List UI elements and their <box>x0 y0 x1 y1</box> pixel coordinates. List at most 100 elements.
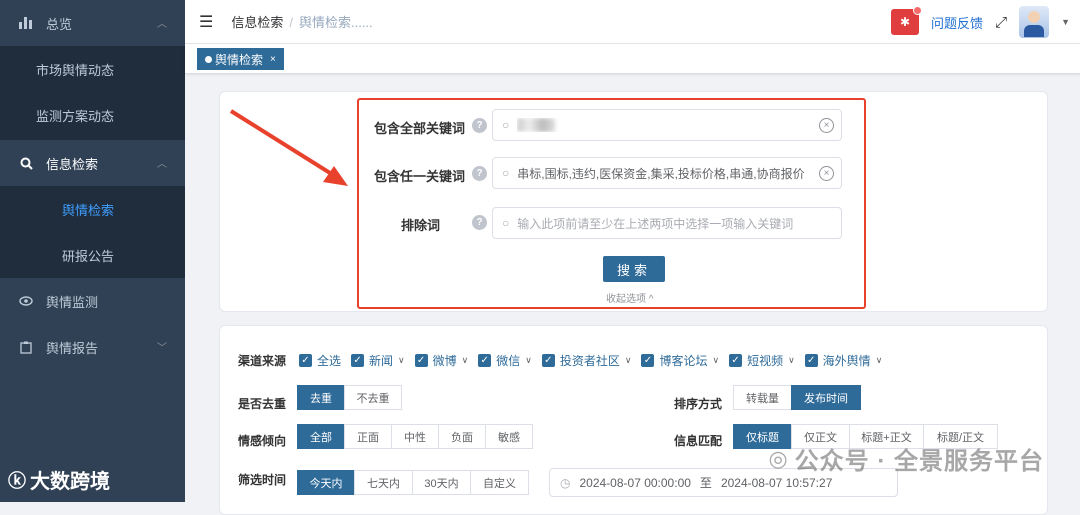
fullscreen-icon[interactable]: ⤢ <box>995 14 1007 31</box>
check-icon: ✓ <box>805 354 818 367</box>
sort-segment: 转载量 发布时间 <box>733 385 861 410</box>
channel-label: 渠道来源 <box>238 352 286 369</box>
all-keywords-input[interactable]: ○ × <box>492 109 842 141</box>
help-icon[interactable]: ? <box>472 215 487 230</box>
search-icon: ○ <box>502 118 509 132</box>
chevron-down-icon[interactable]: ∨ <box>712 355 719 366</box>
search-icon: ○ <box>502 216 509 230</box>
check-icon: ✓ <box>641 354 654 367</box>
search-icon: ○ <box>502 166 509 180</box>
check-icon: ✓ <box>299 354 312 367</box>
dedup-option[interactable]: 不去重 <box>344 385 402 410</box>
sidebar: 总览 ︿ 市场舆情动态 监测方案动态 信息检索 ︿ 舆情检索 研报公告 舆情监测… <box>0 0 185 502</box>
time-option[interactable]: 30天内 <box>412 470 471 495</box>
sentiment-option[interactable]: 全部 <box>297 424 345 449</box>
bar-chart-icon <box>18 17 34 29</box>
sort-option[interactable]: 发布时间 <box>791 385 861 410</box>
sidebar-item-sentiment-report[interactable]: 舆情报告 ﹀ <box>0 324 185 370</box>
exclude-label: 排除词 <box>360 215 440 234</box>
sidebar-item-market[interactable]: 市场舆情动态 <box>0 46 185 92</box>
watermark-logo-icon: ⓚ <box>8 467 26 493</box>
clipboard-icon <box>18 341 34 354</box>
chevron-up-icon: ︿ <box>157 15 167 30</box>
sidebar-item-label: 舆情报告 <box>46 338 98 357</box>
dedup-segment: 去重 不去重 <box>297 385 402 410</box>
chevron-down-icon[interactable]: ∨ <box>398 355 405 366</box>
search-button[interactable]: 搜索 <box>603 256 665 282</box>
feedback-link[interactable]: 问题反馈 <box>931 13 983 32</box>
chevron-down-icon[interactable]: ∨ <box>525 355 532 366</box>
watermark-text: ◎ 公众号 · 全景服务平台 <box>768 441 1044 476</box>
chevron-down-icon[interactable]: ∨ <box>788 355 795 366</box>
sentiment-label: 情感倾向 <box>238 432 286 449</box>
blurred-keyword <box>517 118 555 132</box>
match-label: 信息匹配 <box>674 432 722 449</box>
hamburger-icon[interactable]: ☰ <box>199 12 213 32</box>
breadcrumb: 信息检索/舆情检索...... <box>231 12 372 31</box>
watermark-logo: ⓚ 大数跨境 <box>8 465 110 494</box>
channel-checkbox[interactable]: ✓微博∨ <box>415 352 469 369</box>
chevron-up-icon: ︿ <box>157 155 167 170</box>
sidebar-item-monitor-plan[interactable]: 监测方案动态 <box>0 92 185 138</box>
sidebar-item-sentiment-search[interactable]: 舆情检索 <box>0 186 185 232</box>
sort-option[interactable]: 转载量 <box>733 385 792 410</box>
all-keywords-label: 包含全部关键词 <box>360 118 465 137</box>
time-option[interactable]: 今天内 <box>297 470 355 495</box>
check-icon: ✓ <box>542 354 555 367</box>
dedup-label: 是否去重 <box>238 395 286 412</box>
check-icon: ✓ <box>478 354 491 367</box>
sidebar-item-label: 舆情监测 <box>46 292 98 311</box>
chevron-down-icon[interactable]: ∨ <box>876 355 883 366</box>
help-icon[interactable]: ? <box>472 118 487 133</box>
collapse-options-link[interactable]: 收起选项 ^ <box>606 290 653 305</box>
dedup-option[interactable]: 去重 <box>297 385 345 410</box>
search-icon <box>18 157 34 170</box>
active-dot-icon <box>205 56 212 63</box>
time-option[interactable]: 七天内 <box>354 470 413 495</box>
chevron-down-icon: ﹀ <box>157 339 167 354</box>
sort-label: 排序方式 <box>674 395 722 412</box>
chevron-down-icon[interactable]: ∨ <box>625 355 632 366</box>
sentiment-option[interactable]: 敏感 <box>485 424 533 449</box>
channel-checkbox[interactable]: ✓海外舆情∨ <box>805 352 883 369</box>
any-keywords-input[interactable]: ○ 串标,围标,违约,医保资金,集采,投标价格,串通,协商报价 × <box>492 157 842 189</box>
sentiment-segment: 全部 正面 中性 负面 敏感 <box>297 424 533 449</box>
date-end[interactable]: 2024-08-07 10:57:27 <box>721 476 832 490</box>
sentiment-option[interactable]: 中性 <box>391 424 439 449</box>
bug-report-button[interactable]: ✱ <box>891 9 919 35</box>
annotation-arrow-icon <box>228 108 358 198</box>
chevron-down-icon[interactable]: ∨ <box>462 355 469 366</box>
tag-sentiment-search[interactable]: 舆情检索 × <box>197 48 284 70</box>
exclude-input[interactable]: ○ 输入此项前请至少在上述两项中选择一项输入关键词 <box>492 207 842 239</box>
breadcrumb-root[interactable]: 信息检索 <box>231 15 283 30</box>
eye-icon <box>18 296 34 306</box>
channel-checkbox[interactable]: ✓博客论坛∨ <box>641 352 719 369</box>
tags-view: 舆情检索 × <box>185 44 1080 74</box>
close-icon[interactable]: × <box>270 54 276 65</box>
date-start[interactable]: 2024-08-07 00:00:00 <box>579 476 690 490</box>
wechat-icon: ◎ <box>768 446 788 472</box>
channel-checkbox[interactable]: ✓短视频∨ <box>729 352 795 369</box>
clear-icon[interactable]: × <box>819 118 834 133</box>
check-icon: ✓ <box>351 354 364 367</box>
channel-checkbox[interactable]: ✓微信∨ <box>478 352 532 369</box>
channel-checkbox[interactable]: ✓投资者社区∨ <box>542 352 632 369</box>
sidebar-item-info-search[interactable]: 信息检索 ︿ <box>0 140 185 186</box>
sentiment-option[interactable]: 正面 <box>344 424 392 449</box>
clear-icon[interactable]: × <box>819 166 834 181</box>
avatar[interactable] <box>1019 6 1049 38</box>
any-keywords-value: 串标,围标,违约,医保资金,集采,投标价格,串通,协商报价 <box>517 165 819 182</box>
time-option[interactable]: 自定义 <box>470 470 529 495</box>
time-segment: 今天内 七天内 30天内 自定义 <box>297 470 529 495</box>
time-label: 筛选时间 <box>238 471 286 488</box>
channel-checkbox[interactable]: ✓全选 <box>299 352 341 369</box>
sidebar-item-research-report[interactable]: 研报公告 <box>0 232 185 278</box>
caret-down-icon[interactable]: ▼ <box>1061 17 1070 27</box>
bug-icon: ✱ <box>900 15 910 29</box>
channel-checkbox[interactable]: ✓新闻∨ <box>351 352 405 369</box>
help-icon[interactable]: ? <box>472 166 487 181</box>
sidebar-item-overview[interactable]: 总览 ︿ <box>0 0 185 46</box>
any-keywords-label: 包含任一关键词 <box>360 166 465 185</box>
sentiment-option[interactable]: 负面 <box>438 424 486 449</box>
sidebar-item-sentiment-monitor[interactable]: 舆情监测 <box>0 278 185 324</box>
